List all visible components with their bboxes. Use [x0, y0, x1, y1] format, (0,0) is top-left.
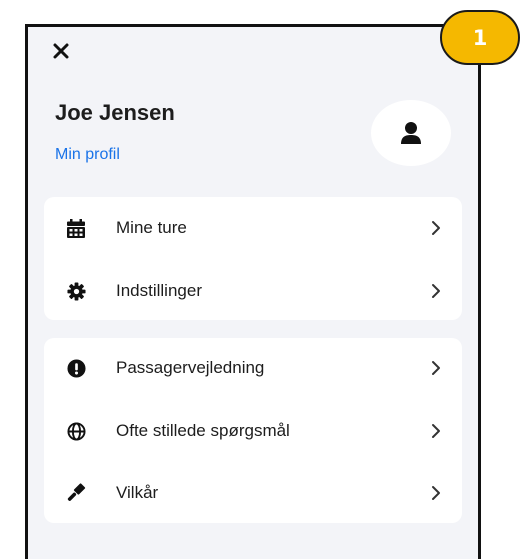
exclamation-circle-icon — [66, 358, 86, 378]
menu-item-faq[interactable]: Ofte stillede spørgsmål — [44, 410, 462, 452]
menu-item-terms[interactable]: Vilkår — [44, 472, 462, 514]
user-name: Joe Jensen — [55, 100, 175, 125]
calendar-icon — [66, 218, 86, 238]
menu-item-settings[interactable]: Indstillinger — [44, 270, 462, 312]
gavel-icon — [66, 483, 86, 503]
step-badge: 1 — [440, 10, 520, 65]
chevron-right-icon — [430, 283, 442, 299]
chevron-right-icon — [430, 220, 442, 236]
globe-icon — [66, 421, 86, 441]
menu-card-account: Mine ture Indstillinger — [44, 197, 462, 320]
my-profile-link[interactable]: Min profil — [55, 146, 120, 164]
menu-item-label: Mine ture — [116, 218, 187, 237]
menu-item-label: Vilkår — [116, 483, 159, 502]
gear-icon — [66, 281, 86, 301]
menu-item-label: Indstillinger — [116, 281, 202, 300]
chevron-right-icon — [430, 423, 442, 439]
close-icon[interactable] — [50, 40, 72, 62]
chevron-right-icon — [430, 360, 442, 376]
menu-item-label: Passagervejledning — [116, 358, 265, 377]
menu-item-label: Ofte stillede spørgsmål — [116, 421, 290, 440]
user-icon — [401, 122, 421, 144]
menu-card-info: Passagervejledning Ofte stillede spørgsm… — [44, 338, 462, 523]
chevron-right-icon — [430, 485, 442, 501]
menu-item-passenger-guide[interactable]: Passagervejledning — [44, 347, 462, 389]
menu-item-my-trips[interactable]: Mine ture — [44, 207, 462, 249]
avatar[interactable] — [371, 100, 451, 166]
